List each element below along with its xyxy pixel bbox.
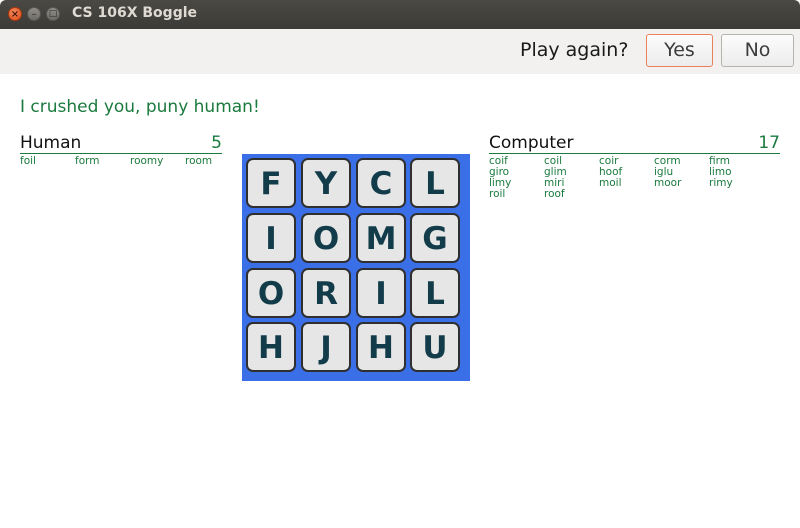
letter-cube[interactable]: R [301, 268, 351, 318]
letter-cube[interactable]: U [410, 322, 460, 372]
boggle-board: FYCLIOMGORILHJHU [242, 154, 470, 381]
toolbar: Play again? Yes No [0, 29, 800, 74]
minimize-window-button[interactable]: – [27, 7, 41, 21]
human-word-list: foil form roomy room [20, 156, 222, 167]
computer-name: Computer [489, 133, 574, 153]
word-item: roomy [130, 155, 164, 167]
human-panel: Human 5 foil form roomy room [20, 133, 222, 167]
letter-cube[interactable]: L [410, 268, 460, 318]
letter-cube[interactable]: M [356, 213, 406, 263]
computer-score: 17 [758, 133, 780, 153]
letter-cube[interactable]: G [410, 213, 460, 263]
word-item: roof [544, 188, 565, 200]
close-window-button[interactable]: × [8, 7, 22, 21]
word-item: rimy [709, 177, 733, 189]
letter-cube[interactable]: I [356, 268, 406, 318]
word-item: moor [654, 177, 682, 189]
letter-cube[interactable]: C [356, 158, 406, 208]
computer-word-list: coif coil coir corm firm giro glim hoof iglu limo… [489, 156, 780, 200]
letter-cube[interactable]: Y [301, 158, 351, 208]
game-message: I crushed you, puny human! [20, 97, 260, 117]
human-score: 5 [211, 133, 222, 153]
word-item: moil [599, 177, 622, 189]
letter-cube[interactable]: J [301, 322, 351, 372]
computer-header: Computer 17 [489, 133, 780, 154]
word-item: foil [20, 155, 36, 167]
title-bar: × – □ CS 106X Boggle [0, 0, 800, 29]
word-item: form [75, 155, 100, 167]
letter-cube[interactable]: O [246, 268, 296, 318]
letter-cube[interactable]: L [410, 158, 460, 208]
letter-cube[interactable]: H [246, 322, 296, 372]
yes-button[interactable]: Yes [646, 34, 713, 67]
letter-cube[interactable]: H [356, 322, 406, 372]
word-item: roil [489, 188, 506, 200]
human-header: Human 5 [20, 133, 222, 154]
letter-cube[interactable]: I [246, 213, 296, 263]
window-title: CS 106X Boggle [72, 5, 198, 21]
letter-cube[interactable]: O [301, 213, 351, 263]
human-name: Human [20, 133, 82, 153]
word-item: room [185, 155, 213, 167]
letter-cube[interactable]: F [246, 158, 296, 208]
maximize-window-button[interactable]: □ [46, 7, 60, 21]
no-button[interactable]: No [721, 34, 794, 67]
play-again-label: Play again? [520, 39, 629, 61]
computer-panel: Computer 17 coif coil coir corm firm giro glim… [489, 133, 780, 200]
